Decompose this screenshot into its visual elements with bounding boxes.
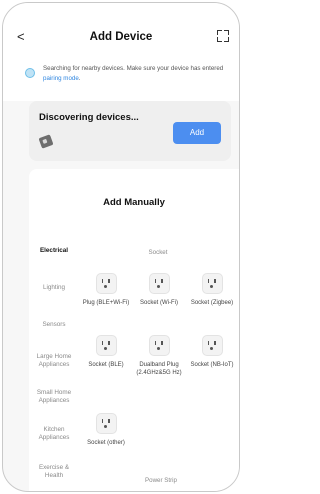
add-manually-title: Add Manually <box>103 197 165 208</box>
category-lighting[interactable]: Lighting <box>29 284 79 292</box>
device-socket-nb-iot[interactable]: Socket (NB-IoT) <box>183 335 239 369</box>
add-manually-panel: Add Manually Electrical Lighting Sensors… <box>29 169 239 491</box>
phone-frame: < Add Device Searching for nearby device… <box>2 2 240 492</box>
page-title: Add Device <box>89 31 153 43</box>
category-electrical[interactable]: Electrical <box>29 247 79 255</box>
pairing-mode-link[interactable]: pairing mode <box>43 75 79 82</box>
socket-icon <box>201 273 223 294</box>
search-hint: Searching for nearby devices. Make sure … <box>3 55 239 101</box>
socket-icon <box>95 413 117 434</box>
category-exercise-health[interactable]: Exercise & Health <box>29 464 79 480</box>
section-socket: Socket <box>148 249 168 256</box>
bluetooth-scan-icon <box>25 68 35 78</box>
socket-icon <box>148 335 170 356</box>
device-dualband-plug[interactable]: Dualband Plug (2.4GHz&5G Hz) <box>130 335 188 377</box>
device-socket-other[interactable]: Socket (other) <box>77 413 135 447</box>
device-socket-wifi[interactable]: Socket (Wi-Fi) <box>130 273 188 307</box>
device-socket-zigbee[interactable]: Socket (Zigbee) <box>183 273 239 307</box>
device-plug-ble-wifi[interactable]: Plug (BLE+Wi-Fi) <box>77 273 135 307</box>
discovering-card: Discovering devices... Add <box>29 101 231 161</box>
add-button[interactable]: Add <box>173 122 221 144</box>
scan-icon[interactable] <box>217 30 229 42</box>
device-icon <box>38 134 54 149</box>
category-small-home-appliances[interactable]: Small Home Appliances <box>29 389 79 405</box>
device-socket-ble[interactable]: Socket (BLE) <box>77 335 135 369</box>
category-large-home-appliances[interactable]: Large Home Appliances <box>29 353 79 369</box>
category-kitchen-appliances[interactable]: Kitchen Appliances <box>29 426 79 442</box>
hint-text: Searching for nearby devices. Make sure … <box>43 65 224 82</box>
socket-icon <box>95 273 117 294</box>
socket-icon <box>201 335 223 356</box>
category-sensors[interactable]: Sensors <box>29 321 79 329</box>
section-power-strip: Power Strip <box>145 477 177 484</box>
discovering-title: Discovering devices... <box>39 112 139 123</box>
header: < Add Device <box>3 3 239 55</box>
socket-icon <box>95 335 117 356</box>
socket-icon <box>148 273 170 294</box>
